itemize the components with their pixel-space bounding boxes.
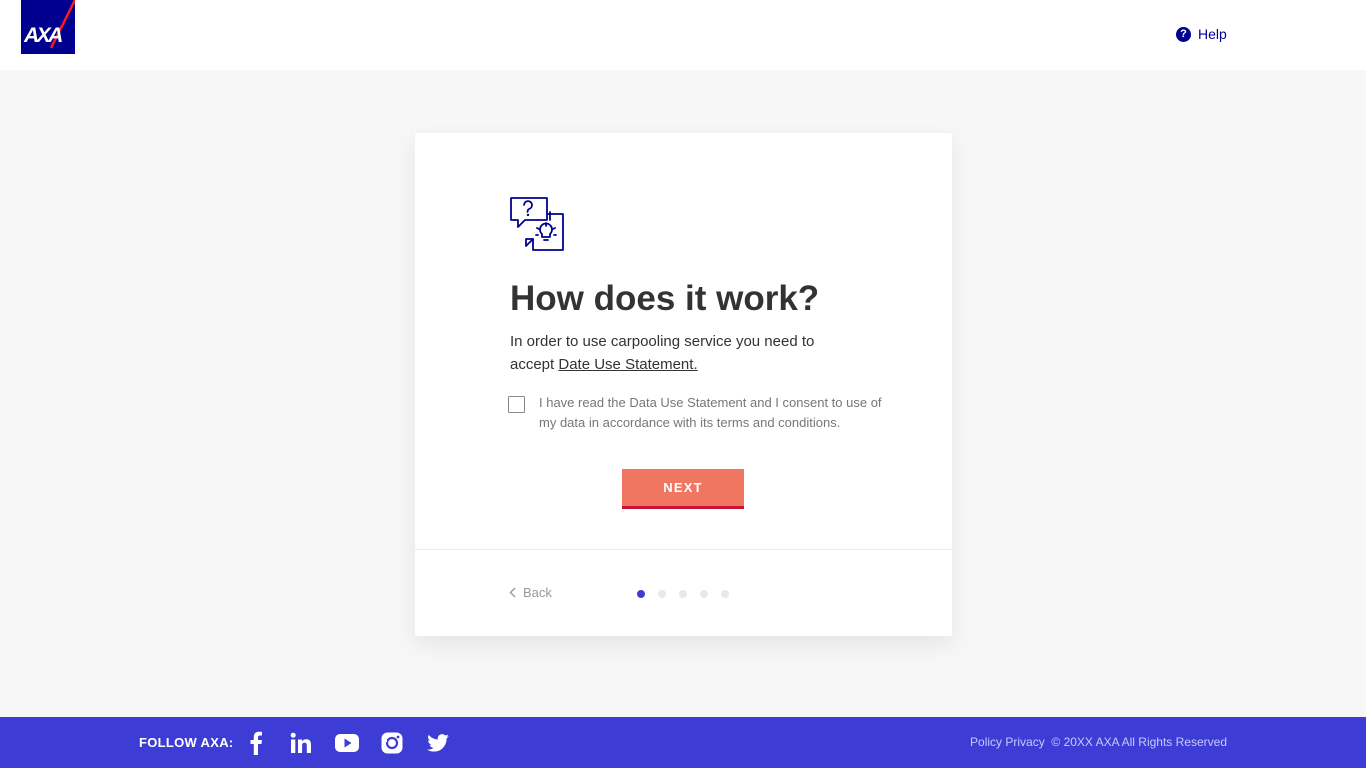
back-button[interactable]: Back [509, 585, 552, 600]
onboarding-card: How does it work? In order to use carpoo… [415, 133, 952, 636]
step-dot [658, 590, 666, 598]
facebook-icon[interactable] [243, 730, 269, 756]
youtube-icon[interactable] [334, 730, 360, 756]
consent-row: I have read the Data Use Statement and I… [508, 393, 884, 433]
back-label: Back [523, 585, 552, 600]
step-dot [721, 590, 729, 598]
twitter-icon[interactable] [425, 730, 451, 756]
consent-label: I have read the Data Use Statement and I… [539, 395, 882, 430]
axa-logo[interactable]: AXA [21, 0, 75, 54]
step-dot [700, 590, 708, 598]
question-circle-icon: ? [1176, 26, 1191, 42]
help-link[interactable]: ? Help [1176, 26, 1227, 42]
help-label: Help [1198, 26, 1227, 42]
policy-privacy-link[interactable]: Policy Privacy [970, 735, 1045, 749]
consent-checkbox[interactable] [508, 396, 525, 413]
step-dot [679, 590, 687, 598]
step-dot [637, 590, 645, 598]
page-title: How does it work? [510, 279, 820, 318]
card-divider [415, 549, 952, 550]
data-use-statement-link[interactable]: Date Use Statement. [558, 356, 697, 373]
instagram-icon[interactable] [379, 730, 405, 756]
chevron-left-icon [509, 587, 516, 598]
logo-text: AXA [24, 24, 63, 47]
copyright-text: © 20XX AXA All Rights Reserved [1051, 735, 1227, 749]
description: In order to use carpooling service you n… [510, 330, 840, 376]
linkedin-icon[interactable] [288, 730, 314, 756]
next-button[interactable]: NEXT [622, 469, 744, 509]
header: AXA ? Help [0, 0, 1366, 70]
step-indicator [637, 590, 729, 598]
question-idea-chat-icon [510, 197, 564, 251]
copyright: Policy Privacy © 20XX AXA All Rights Res… [970, 735, 1227, 749]
footer: FOLLOW AXA: Policy Privacy © 20XX AXA Al… [0, 717, 1366, 768]
follow-label: FOLLOW AXA: [139, 735, 234, 750]
